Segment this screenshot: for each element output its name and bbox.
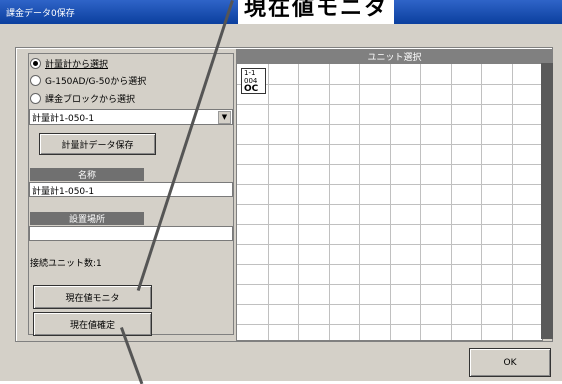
grid-line (328, 64, 330, 340)
grid-line (267, 64, 269, 340)
location-label: 設置場所 (30, 212, 144, 225)
current-monitor-button[interactable]: 現在値モニタ (33, 285, 152, 309)
grid-line (237, 204, 542, 205)
button-label: 現在値確定 (69, 320, 115, 331)
grid-line (389, 64, 391, 340)
grid-line (237, 224, 542, 225)
chevron-down-icon[interactable]: ▼ (218, 111, 231, 124)
grid-line (237, 104, 542, 105)
radio-g150-select[interactable]: G-150AD/G-50から選択 (30, 73, 146, 87)
unit-count-text: 接続ユニット数:1 (30, 259, 102, 269)
radio-meter-select[interactable]: 計量計から選択 (30, 56, 108, 70)
location-field[interactable] (29, 226, 233, 241)
location-label-text: 設置場所 (68, 215, 105, 225)
ok-button[interactable]: OK (469, 348, 551, 377)
radio-dot[interactable] (30, 57, 41, 69)
radio-label: 課金ブロックから選択 (45, 94, 136, 105)
unit-line3: OC (244, 84, 259, 94)
grid-line (420, 64, 421, 340)
unit-grid-header: ユニット選択 (236, 49, 553, 63)
vertical-scrollbar[interactable] (541, 63, 553, 339)
name-field[interactable]: 計量計1-050-1 (29, 182, 233, 197)
grid-line (511, 64, 513, 340)
grid-line (298, 64, 299, 340)
name-label: 名称 (30, 168, 144, 181)
unit-grid[interactable] (236, 63, 543, 341)
unit-cell[interactable]: 1-1 004 OC (241, 68, 266, 94)
button-label: 計量計データ保存 (61, 140, 134, 151)
grid-line (359, 64, 360, 340)
radio-block-select[interactable]: 課金ブロックから選択 (30, 91, 135, 105)
current-settle-button[interactable]: 現在値確定 (33, 312, 152, 336)
radio-label: G-150AD/G-50から選択 (45, 76, 147, 87)
meter-dropdown[interactable]: 計量計1-050-1 ▼ (29, 109, 233, 125)
window-title: 課金データ0保存 (6, 9, 75, 19)
button-label: OK (503, 357, 517, 368)
grid-line (237, 244, 542, 245)
grid-line (237, 124, 542, 125)
grid-line (237, 184, 542, 185)
name-value: 計量計1-050-1 (32, 187, 95, 197)
grid-line (237, 304, 542, 305)
grid-line (237, 264, 542, 265)
button-label: 現在値モニタ (65, 293, 120, 304)
page-heading: 現在値モニタ (238, 0, 395, 26)
meter-data-save-button[interactable]: 計量計データ保存 (39, 133, 156, 155)
grid-line (237, 144, 542, 145)
grid-line (237, 84, 542, 85)
grid-line (237, 164, 542, 165)
grid-line (481, 64, 482, 340)
grid-line (237, 324, 542, 325)
radio-dot[interactable] (30, 92, 41, 104)
grid-line (237, 284, 542, 285)
unit-line1: 1-1 (244, 69, 256, 77)
unit-grid-header-text: ユニット選択 (367, 52, 422, 63)
dropdown-value: 計量計1-050-1 (32, 114, 95, 124)
radio-label: 計量計から選択 (45, 59, 109, 70)
grid-line (450, 64, 452, 340)
radio-dot[interactable] (30, 74, 41, 86)
title-bar: 課金データ0保存 現在値モニタ (0, 0, 562, 26)
name-label-text: 名称 (77, 171, 96, 181)
